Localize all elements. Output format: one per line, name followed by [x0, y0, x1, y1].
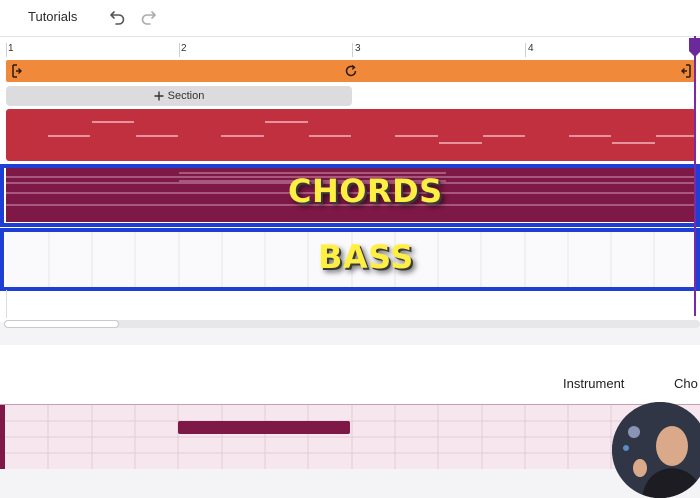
redo-icon[interactable] — [138, 7, 158, 27]
ruler-bar-3: 3 — [355, 43, 361, 54]
add-section-button[interactable]: Section — [6, 86, 352, 106]
undo-icon[interactable] — [108, 7, 128, 27]
tab-instrument[interactable]: Instrument — [563, 376, 624, 391]
ruler-tick — [525, 43, 526, 57]
top-toolbar: Tutorials — [0, 0, 700, 36]
melody-notes — [48, 121, 696, 144]
piano-roll[interactable] — [0, 404, 700, 469]
tutorials-button[interactable]: Tutorials — [28, 9, 77, 24]
playhead-handle-icon[interactable] — [688, 38, 700, 58]
ruler-bar-2: 2 — [181, 43, 187, 54]
loop-icon[interactable] — [344, 64, 358, 78]
melody-track-clip[interactable] — [6, 109, 696, 161]
divider — [6, 290, 7, 318]
ruler-bar-1: 1 — [8, 43, 14, 54]
bass-overlay-caption: BASS — [318, 238, 414, 276]
piano-roll-grid — [0, 405, 700, 469]
loop-region-bar[interactable] — [6, 60, 696, 82]
ruler-tick — [179, 43, 180, 57]
ruler-tick — [6, 43, 7, 57]
loop-start-icon[interactable] — [11, 64, 23, 78]
presenter-image — [612, 402, 700, 498]
piano-roll-note[interactable] — [178, 421, 350, 434]
plus-icon — [154, 91, 164, 101]
ruler-tick — [352, 43, 353, 57]
chords-overlay-caption: CHORDS — [288, 172, 443, 210]
add-section-label: Section — [167, 90, 205, 102]
ruler-bar-4: 4 — [528, 43, 534, 54]
scrollbar-thumb[interactable] — [4, 320, 119, 328]
loop-end-icon[interactable] — [680, 64, 692, 78]
playhead-line[interactable] — [694, 36, 696, 316]
tab-chords[interactable]: Cho — [674, 376, 698, 391]
presenter-webcam-avatar — [612, 402, 700, 498]
